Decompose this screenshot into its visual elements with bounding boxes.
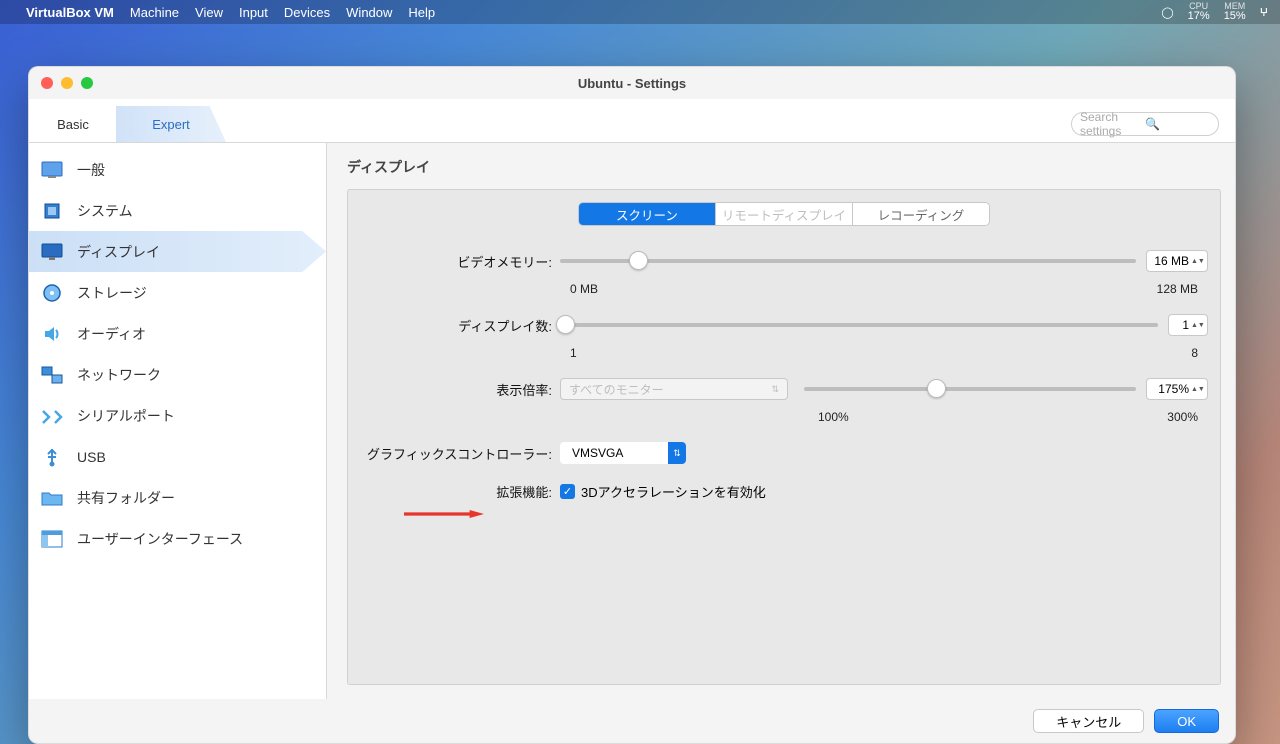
tab-expert[interactable]: Expert [116,106,226,142]
checkbox-checked-icon: ✓ [560,484,575,499]
serial-icon [41,405,63,427]
menu-machine[interactable]: Machine [130,5,179,20]
macos-menubar: VirtualBox VM Machine View Input Devices… [0,0,1280,24]
window-titlebar[interactable]: Ubuntu - Settings [29,67,1235,99]
search-input[interactable]: Search settings 🔍 [1071,112,1219,136]
sidebar-item-usb[interactable]: USB [29,436,326,477]
key-icon[interactable]: ⵖ [1260,6,1268,19]
minimize-icon[interactable] [61,77,73,89]
accel-checkbox[interactable]: ✓3Dアクセラレーションを有効化 [560,482,766,501]
folder-icon [41,487,63,509]
ext-label: 拡張機能: [360,482,560,501]
scale-label: 表示倍率: [360,380,560,399]
zoom-icon[interactable] [81,77,93,89]
seg-remote[interactable]: リモートディスプレイ [715,203,852,225]
network-icon [41,364,63,386]
panel-heading: ディスプレイ [347,157,1221,177]
audio-icon [41,323,63,345]
menubar-app[interactable]: VirtualBox VM [26,5,114,20]
sidebar-item-display[interactable]: ディスプレイ [29,231,326,272]
gctrl-select[interactable]: VMSVGA⇅ [560,442,686,464]
menu-input[interactable]: Input [239,5,268,20]
storage-icon [41,282,63,304]
tab-basic[interactable]: Basic [29,106,117,142]
scale-slider[interactable] [804,387,1136,391]
monitor-select: すべてのモニター⇅ [560,378,788,400]
mem-stat: MEM15% [1224,2,1246,22]
settings-sidebar: 一般 システム ディスプレイ ストレージ オーディオ ネットワーク シリアルポー… [29,143,327,699]
cancel-button[interactable]: キャンセル [1033,709,1144,733]
disp-value[interactable]: 1▲▼ [1168,314,1208,336]
menu-view[interactable]: View [195,5,223,20]
sidebar-item-ui[interactable]: ユーザーインターフェース [29,518,326,559]
window-title: Ubuntu - Settings [578,76,686,91]
seg-screen[interactable]: スクリーン [579,203,715,225]
disp-label: ディスプレイ数: [360,316,560,335]
sidebar-item-storage[interactable]: ストレージ [29,272,326,313]
disp-slider[interactable] [560,323,1158,327]
chip-icon [41,200,63,222]
display-icon [41,241,63,263]
gctrl-label: グラフィックスコントローラー: [360,444,560,463]
general-icon [41,159,63,181]
menu-window[interactable]: Window [346,5,392,20]
usb-icon [41,446,63,468]
stepper-icon[interactable]: ▲▼ [1191,386,1203,393]
vmem-value[interactable]: 16 MB▲▼ [1146,250,1208,272]
search-icon: 🔍 [1145,117,1210,131]
cpu-stat: CPU17% [1188,2,1210,22]
chevron-updown-icon: ⇅ [668,442,686,464]
sidebar-item-system[interactable]: システム [29,190,326,231]
sidebar-item-shared[interactable]: 共有フォルダー [29,477,326,518]
settings-window: Ubuntu - Settings Basic Expert Search se… [28,66,1236,744]
menu-devices[interactable]: Devices [284,5,330,20]
menu-help[interactable]: Help [408,5,435,20]
creative-cloud-icon[interactable]: ◯ [1161,6,1173,19]
sidebar-item-audio[interactable]: オーディオ [29,313,326,354]
vmem-label: ビデオメモリー: [360,252,560,271]
sidebar-item-general[interactable]: 一般 [29,149,326,190]
stepper-icon[interactable]: ▲▼ [1191,322,1203,329]
sidebar-item-network[interactable]: ネットワーク [29,354,326,395]
chevron-updown-icon: ⇅ [771,384,779,395]
close-icon[interactable] [41,77,53,89]
seg-recording[interactable]: レコーディング [852,203,989,225]
sidebar-item-serial[interactable]: シリアルポート [29,395,326,436]
annotation-arrow [404,510,484,518]
display-tabs: スクリーン リモートディスプレイ レコーディング [578,202,990,226]
ok-button[interactable]: OK [1154,709,1219,733]
mode-tabs: Basic Expert [29,106,226,142]
vmem-slider[interactable] [560,259,1136,263]
scale-value[interactable]: 175%▲▼ [1146,378,1208,400]
stepper-icon[interactable]: ▲▼ [1191,258,1203,265]
ui-icon [41,528,63,550]
